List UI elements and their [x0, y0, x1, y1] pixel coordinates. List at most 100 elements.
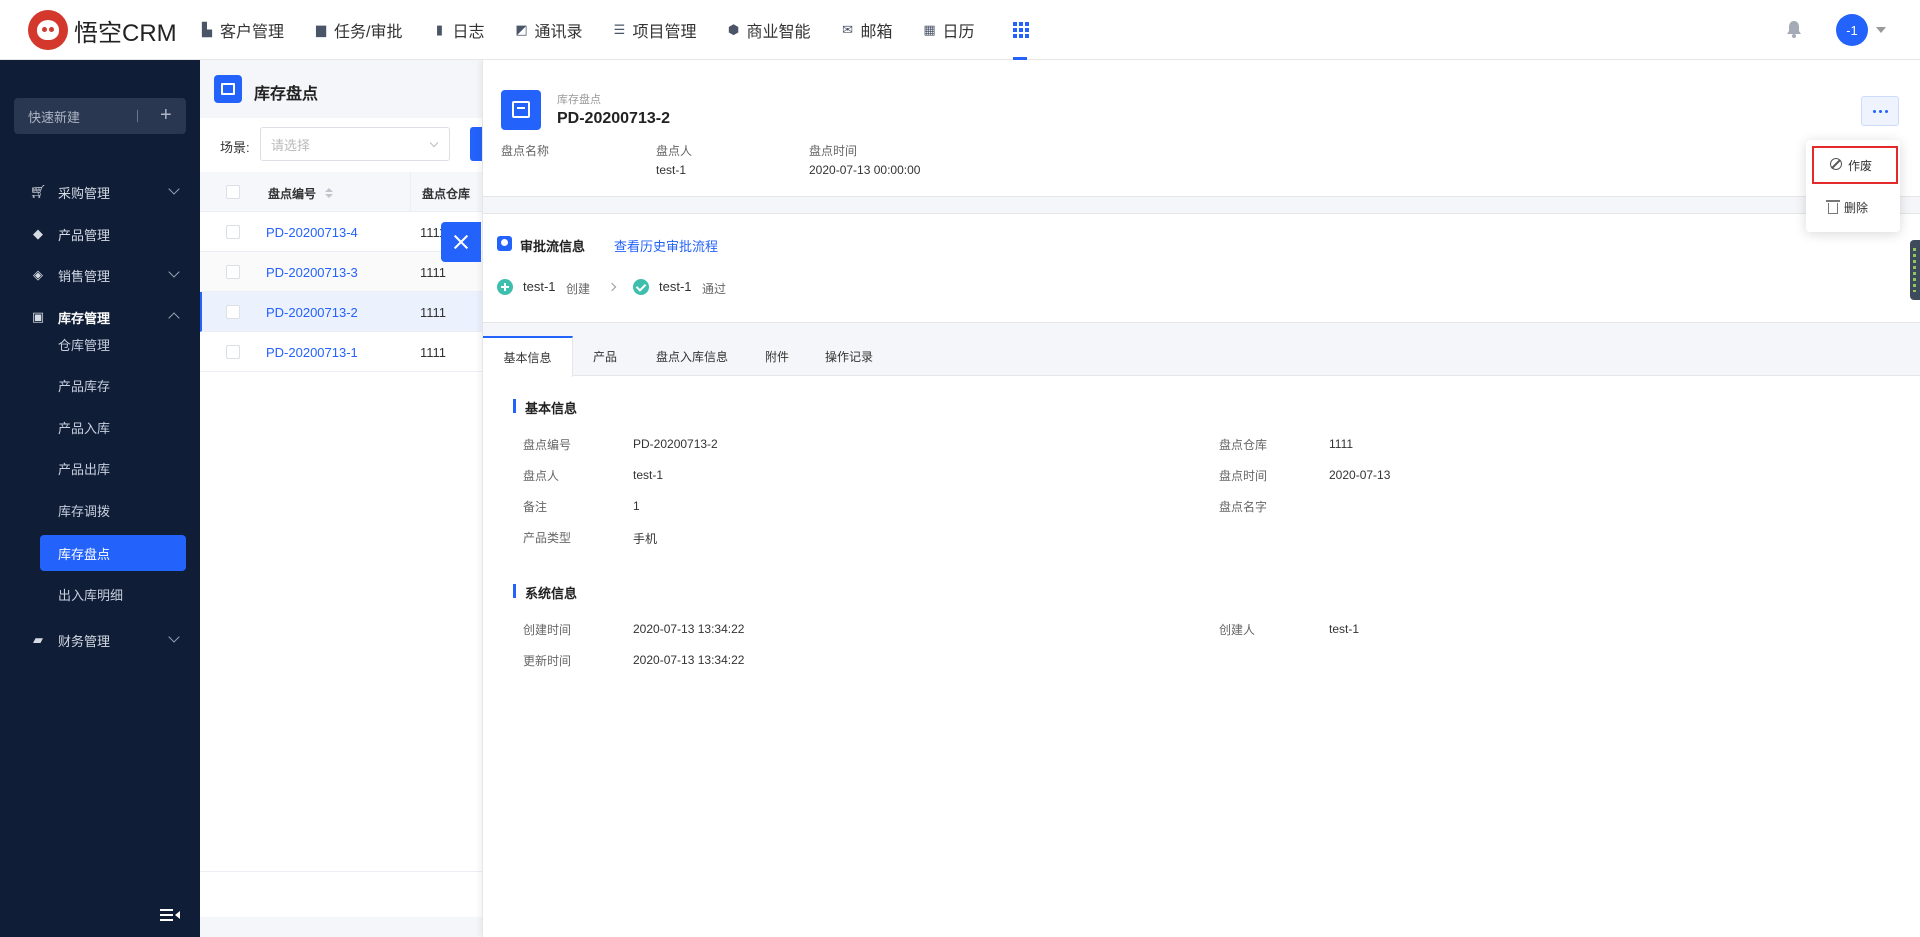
- mail-icon: ✉: [842, 22, 853, 37]
- sidebar-sub-stock-in[interactable]: 产品入库: [40, 409, 186, 445]
- sidebar-item-purchase[interactable]: 🛒︎ 采购管理: [0, 172, 200, 212]
- field-label: 盘点人: [523, 469, 560, 483]
- logo-text: 悟空CRM: [74, 19, 177, 47]
- row-checkbox[interactable]: [226, 305, 240, 319]
- nav-label: 通讯录: [534, 24, 583, 41]
- sidebar-item-product[interactable]: ◆ 产品管理: [0, 214, 200, 254]
- menu-item-delete[interactable]: 删除: [1806, 190, 1900, 224]
- row-warehouse: 1111: [420, 345, 447, 360]
- field-value: test-1: [633, 468, 664, 482]
- quick-create-label: 快速新建: [28, 109, 81, 125]
- column-header-warehouse[interactable]: 盘点仓库: [422, 185, 470, 202]
- scene-select[interactable]: 请选择: [260, 127, 450, 161]
- row-checkbox[interactable]: [226, 345, 240, 359]
- tab-stocktake-in[interactable]: 盘点入库信息: [637, 336, 747, 376]
- nav-label: 任务/审批: [334, 24, 403, 41]
- trash-icon: [1826, 200, 1840, 214]
- logo[interactable]: 悟空CRM: [28, 10, 177, 50]
- more-button[interactable]: [1861, 96, 1899, 126]
- sidebar-sub-stocktake[interactable]: 库存盘点: [40, 535, 186, 571]
- sidebar-item-label: 库存管理: [58, 310, 111, 326]
- approval-history-link[interactable]: 查看历史审批流程: [614, 236, 718, 255]
- new-button[interactable]: [470, 127, 482, 161]
- detail-type: 库存盘点: [557, 94, 601, 106]
- chevron-down-icon[interactable]: [1876, 27, 1886, 33]
- row-code-link[interactable]: PD-20200713-3: [266, 265, 358, 280]
- field-value: 2020-07-13 13:34:22: [633, 653, 745, 667]
- menu-item-void[interactable]: 作废: [1812, 146, 1898, 184]
- approval-icon: [497, 236, 512, 251]
- plus-icon[interactable]: +: [160, 104, 172, 126]
- inventory-icon: ▣: [31, 309, 45, 324]
- row-code-link[interactable]: PD-20200713-4: [266, 225, 358, 240]
- list-header: 库存盘点: [200, 60, 482, 118]
- header-value-time: 2020-07-13 00:00:00: [809, 163, 921, 177]
- avatar[interactable]: -1: [1836, 14, 1868, 46]
- table-row-selected[interactable]: PD-20200713-2 1111: [200, 292, 482, 332]
- chevron-up-icon: [168, 312, 180, 324]
- quick-create[interactable]: 快速新建 +: [14, 98, 186, 134]
- row-checkbox[interactable]: [226, 265, 240, 279]
- collapse-menu-icon[interactable]: [160, 908, 180, 922]
- sidebar-sub-transfer[interactable]: 库存调拨: [40, 492, 186, 528]
- sidebar-item-label: 采购管理: [58, 185, 111, 201]
- tab-attachments[interactable]: 附件: [747, 336, 807, 376]
- divider: [137, 110, 138, 122]
- sort-icon[interactable]: [325, 188, 333, 198]
- nav-label: 商业智能: [746, 24, 811, 41]
- section-marker: [513, 399, 516, 413]
- nav-log[interactable]: ▮ 日志: [432, 0, 485, 60]
- row-checkbox[interactable]: [226, 225, 240, 239]
- nav-mail[interactable]: ✉ 邮箱: [841, 0, 892, 60]
- sidebar-item-label: 销售管理: [58, 268, 111, 284]
- section-title-basic: 基本信息: [525, 401, 578, 416]
- plus-circle-icon: [497, 279, 513, 295]
- sidebar-sub-stock-out[interactable]: 产品出库: [40, 450, 186, 486]
- sidebar-item-sales[interactable]: ◈ 销售管理: [0, 255, 200, 295]
- table-row[interactable]: PD-20200713-3 1111: [200, 252, 482, 292]
- calendar-icon: ▦: [923, 22, 936, 37]
- table-row[interactable]: PD-20200713-4 1111: [200, 212, 482, 252]
- ban-icon: [1830, 158, 1842, 170]
- field-value: 1: [633, 499, 640, 513]
- nav-project[interactable]: ☰ 项目管理: [613, 0, 697, 60]
- nav-apps[interactable]: [1012, 0, 1029, 60]
- side-drawer-handle[interactable]: [1910, 240, 1920, 300]
- horizontal-scrollbar[interactable]: [200, 917, 482, 937]
- close-detail-button[interactable]: [441, 222, 481, 262]
- row-warehouse: 1111: [420, 265, 447, 280]
- nav-label: 日历: [942, 24, 975, 41]
- chevron-down-icon: [168, 183, 180, 195]
- row-code-link[interactable]: PD-20200713-1: [266, 345, 358, 360]
- scene-label: 场景:: [220, 140, 250, 155]
- section-divider: [483, 322, 1920, 336]
- detail-title: PD-20200713-2: [557, 110, 670, 127]
- nav-task[interactable]: ▆ 任务/审批: [314, 0, 402, 60]
- select-all-checkbox[interactable]: [226, 185, 240, 199]
- bell-icon[interactable]: [1786, 20, 1802, 38]
- nav-contacts[interactable]: ◩ 通讯录: [514, 0, 582, 60]
- nav-customer[interactable]: ▙ 客户管理: [200, 0, 284, 60]
- column-header-code[interactable]: 盘点编号: [268, 185, 316, 202]
- top-bar: 悟空CRM ▙ 客户管理 ▆ 任务/审批 ▮ 日志 ◩ 通讯录 ☰ 项目管理 ⬢ 商业智能 …: [0, 0, 1920, 60]
- field-value: 手机: [633, 532, 658, 546]
- project-icon: ☰: [613, 22, 626, 37]
- table-row[interactable]: PD-20200713-1 1111: [200, 332, 482, 372]
- sidebar-item-label: 财务管理: [58, 633, 111, 649]
- divider: [200, 871, 482, 872]
- sidebar-sub-product-stock[interactable]: 产品库存: [40, 367, 186, 403]
- header-label-person: 盘点人: [656, 144, 693, 158]
- header-value-person: test-1: [656, 163, 687, 177]
- sidebar-sub-warehouse[interactable]: 仓库管理: [40, 326, 186, 362]
- nav-label: 日志: [452, 24, 485, 41]
- nav-bi[interactable]: ⬢ 商业智能: [727, 0, 811, 60]
- nav-calendar[interactable]: ▦ 日历: [923, 0, 975, 60]
- row-code-link[interactable]: PD-20200713-2: [266, 305, 358, 320]
- section-marker: [513, 584, 516, 598]
- tab-operation-log[interactable]: 操作记录: [807, 336, 891, 376]
- sidebar-item-finance[interactable]: ▰ 财务管理: [0, 620, 200, 660]
- tab-basic-info[interactable]: 基本信息: [483, 336, 573, 377]
- main-nav: ▙ 客户管理 ▆ 任务/审批 ▮ 日志 ◩ 通讯录 ☰ 项目管理 ⬢ 商业智能 ✉ 邮箱 ▦ 日…: [200, 0, 1057, 60]
- tab-products[interactable]: 产品: [573, 336, 637, 376]
- sidebar-sub-io-detail[interactable]: 出入库明细: [40, 576, 186, 612]
